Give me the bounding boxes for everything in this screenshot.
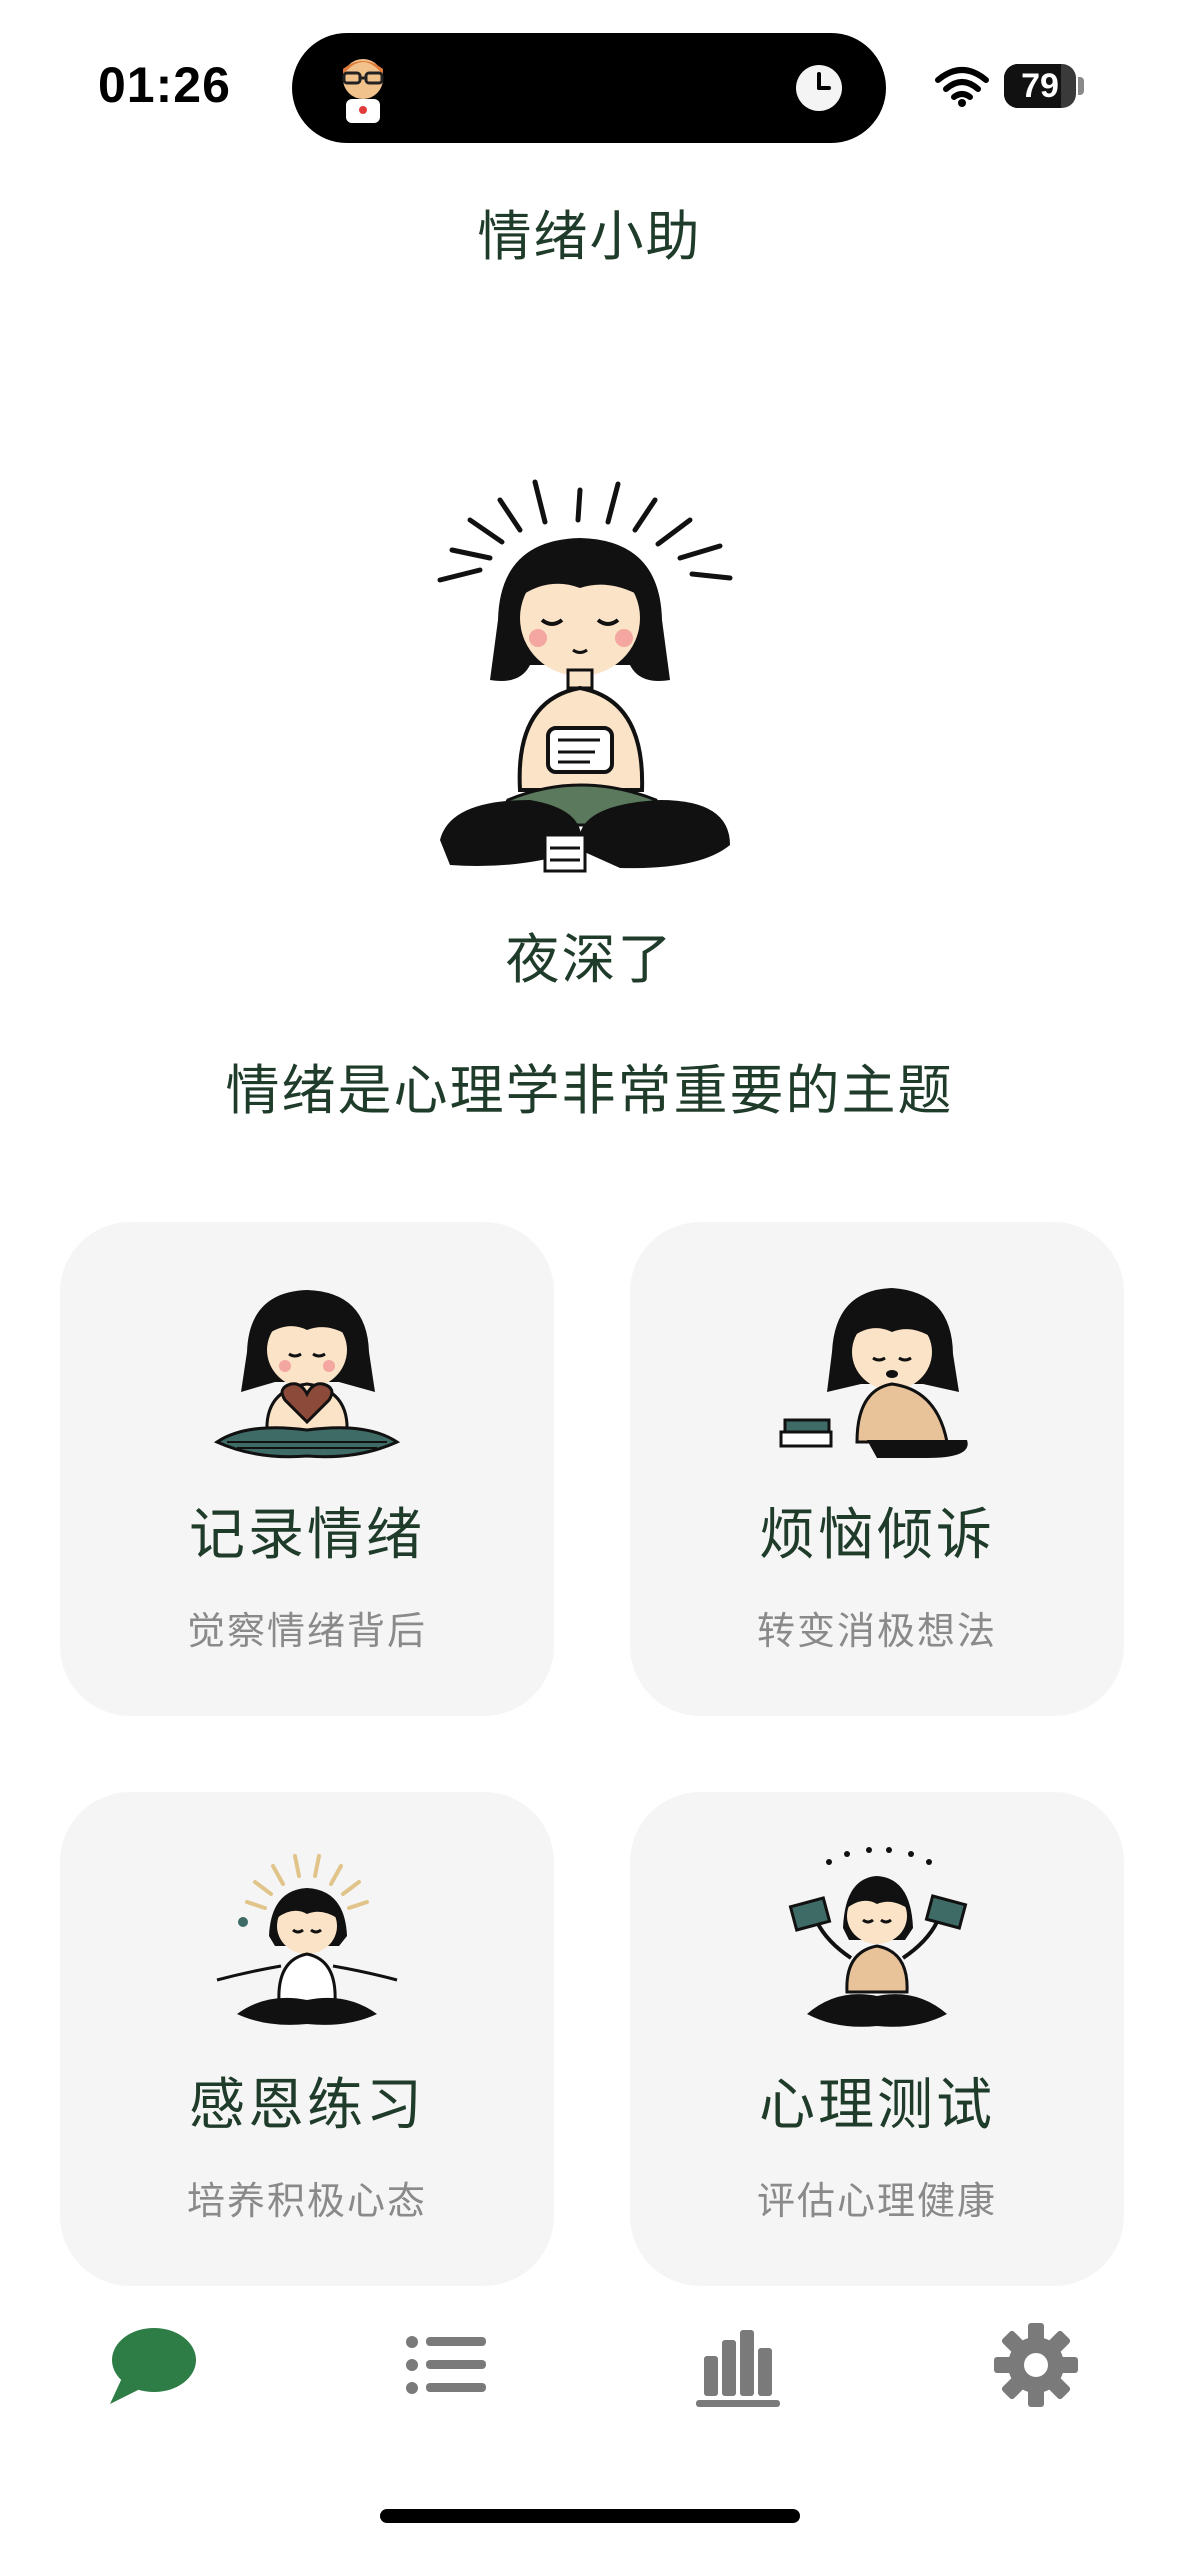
status-time: 01:26 <box>98 57 231 113</box>
battery-level: 79 <box>1021 67 1059 105</box>
dynamic-island[interactable] <box>292 33 886 143</box>
card-title: 记录情绪 <box>189 1503 425 1568</box>
tab-stats[interactable] <box>690 2320 790 2410</box>
girl-heart-illustration <box>213 1290 401 1459</box>
girl-thinking-illustration <box>779 1288 968 1458</box>
list-icon <box>406 2336 486 2394</box>
home-indicator[interactable] <box>380 2509 800 2523</box>
tab-settings[interactable] <box>986 2320 1086 2410</box>
battery-icon: 79 <box>1004 64 1076 108</box>
card-title: 烦恼倾诉 <box>759 1503 995 1568</box>
girl-meditating-illustration <box>216 1854 398 2025</box>
subtitle-text: 情绪是心理学非常重要的主题 <box>225 1059 954 1122</box>
card-desc: 评估心理健康 <box>756 2179 997 2223</box>
gear-icon <box>994 2323 1078 2407</box>
card-title: 心理测试 <box>759 2073 995 2138</box>
card-desc: 转变消极想法 <box>756 1609 997 1653</box>
wifi-icon <box>935 67 989 107</box>
card-worry-talk[interactable]: 烦恼倾诉 转变消极想法 <box>630 1222 1124 1716</box>
tab-chat[interactable] <box>104 2320 204 2410</box>
greeting-text: 夜深了 <box>505 928 674 991</box>
avatar-icon <box>342 59 384 123</box>
tab-list[interactable] <box>392 2320 492 2410</box>
clock-icon <box>796 65 842 111</box>
card-gratitude-practice[interactable]: 感恩练习 培养积极心态 <box>60 1792 554 2286</box>
card-psych-test[interactable]: 心理测试 评估心理健康 <box>630 1792 1124 2286</box>
card-desc: 培养积极心态 <box>186 2179 427 2223</box>
app-screen: 01:26 79 情绪小助 夜深了 情绪是心理学非常重要的主题 记录情绪 觉察情… <box>0 0 1179 2556</box>
page-title: 情绪小助 <box>477 205 702 268</box>
card-title: 感恩练习 <box>189 2073 425 2138</box>
battery-tip <box>1078 77 1084 95</box>
girl-cards-illustration <box>788 1847 968 2027</box>
card-record-emotion[interactable]: 记录情绪 觉察情绪背后 <box>60 1222 554 1716</box>
hero-illustration <box>437 479 733 873</box>
card-desc: 觉察情绪背后 <box>186 1609 427 1653</box>
chat-bubble-icon <box>110 2328 196 2404</box>
bar-chart-icon <box>696 2330 780 2407</box>
